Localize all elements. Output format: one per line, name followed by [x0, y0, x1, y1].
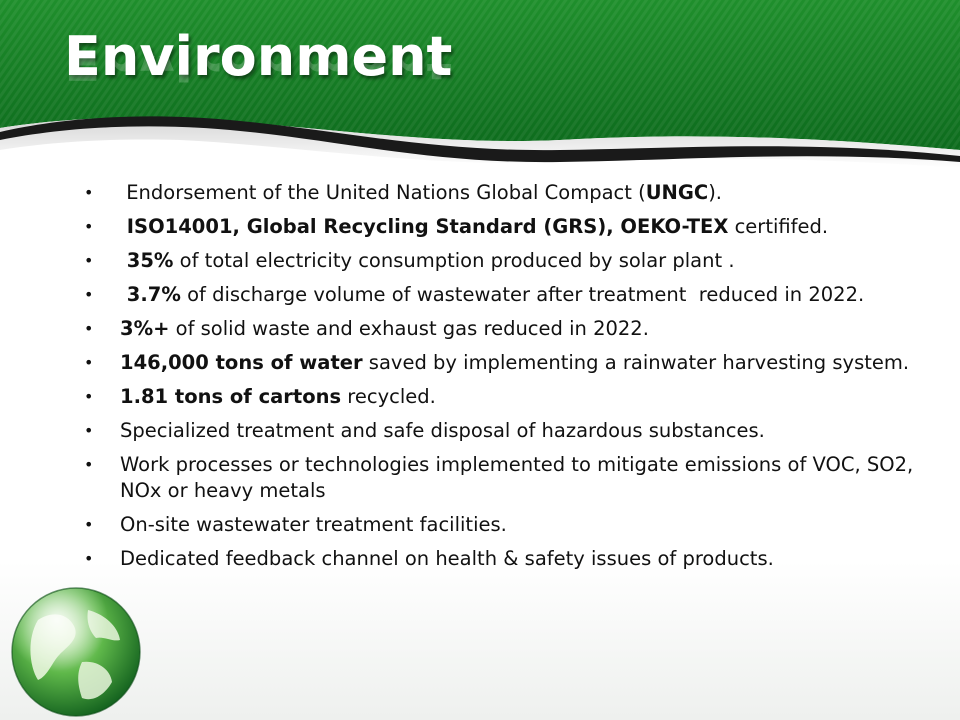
- bullet-dot: •: [84, 549, 94, 568]
- bullet-text: of discharge volume of wastewater after …: [180, 283, 865, 306]
- bullet-item: • Dedicated feedback channel on health & …: [84, 546, 944, 572]
- bullet-item: • 35% of total electricity consumption p…: [84, 248, 944, 274]
- bullet-bold-text: UNGC: [645, 181, 709, 204]
- bullet-dot: •: [84, 387, 94, 406]
- bullet-text: certififed.: [728, 215, 829, 238]
- bullet-item: • Specialized treatment and safe disposal…: [84, 418, 944, 444]
- bullet-dot: •: [84, 515, 94, 534]
- bullet-text: of solid waste and exhaust gas reduced i…: [169, 317, 649, 340]
- bullet-text: Dedicated feedback channel on health & s…: [120, 547, 774, 570]
- bullet-text: ).: [708, 181, 723, 204]
- bullet-item: • Endorsement of the United Nations Glob…: [84, 180, 944, 206]
- bullet-dot: •: [84, 319, 94, 338]
- bullet-dot: •: [84, 421, 94, 440]
- bullet-item: • 3.7% of discharge volume of wastewater…: [84, 282, 944, 308]
- bullet-bold-text: ISO14001, Global Recycling Standard (GRS…: [120, 215, 729, 238]
- bullet-item: • 1.81 tons of cartons recycled.: [84, 384, 944, 410]
- slide: Environment Environment • Endorsement of…: [0, 0, 960, 720]
- bullet-list: • Endorsement of the United Nations Glob…: [84, 180, 944, 580]
- bullet-dot: •: [84, 285, 94, 304]
- bullet-bold-text: 3%+: [120, 317, 170, 340]
- bullet-text: On-site wastewater treatment facilities.: [120, 513, 507, 536]
- bullet-text: Endorsement of the United Nations Global…: [120, 181, 646, 204]
- bullet-item: • 146,000 tons of water saved by implemen…: [84, 350, 944, 376]
- bullet-text: Specialized treatment and safe disposal …: [120, 419, 765, 442]
- bullet-item: • Work processes or technologies implemen…: [84, 452, 944, 504]
- bullet-dot: •: [84, 183, 94, 202]
- bullet-dot: •: [84, 217, 94, 236]
- bullet-text: saved by implementing a rainwater harves…: [362, 351, 910, 374]
- globe-icon: [11, 587, 141, 717]
- bullet-dot: •: [84, 455, 94, 474]
- bullet-bold-text: 3.7%: [120, 283, 181, 306]
- bullet-dot: •: [84, 353, 94, 372]
- bullet-bold-text: 146,000 tons of water: [120, 351, 363, 374]
- bullet-item: • On-site wastewater treatment facilities…: [84, 512, 944, 538]
- bullet-bold-text: 1.81 tons of cartons: [120, 385, 342, 408]
- bullet-dot: •: [84, 251, 94, 270]
- bullet-text: recycled.: [341, 385, 436, 408]
- bullet-text: of total electricity consumption produce…: [173, 249, 735, 272]
- slide-title: Environment: [64, 25, 453, 88]
- bullet-bold-text: 35%: [120, 249, 174, 272]
- bullet-item: • 3%+ of solid waste and exhaust gas redu…: [84, 316, 944, 342]
- bullet-text: Work processes or technologies implement…: [120, 453, 920, 502]
- bullet-item: • ISO14001, Global Recycling Standard (G…: [84, 214, 944, 240]
